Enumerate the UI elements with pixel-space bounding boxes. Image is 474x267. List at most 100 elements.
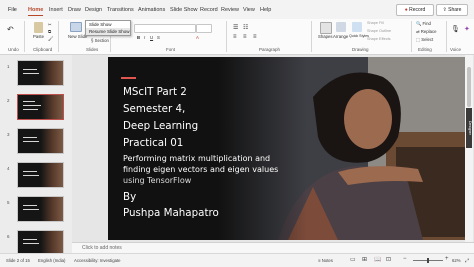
thumbnail-number: 1 bbox=[7, 64, 10, 69]
status-bar: Slide 2 of 15 English (India) Accessibil… bbox=[0, 253, 474, 267]
underline-icon[interactable]: U bbox=[150, 35, 153, 40]
thumbnail-number: 2 bbox=[7, 98, 10, 103]
slide-thumbnail-selected[interactable] bbox=[17, 94, 64, 120]
font-color-icon[interactable]: A bbox=[196, 35, 199, 40]
align-center-icon[interactable]: ≡ bbox=[243, 34, 247, 40]
designer-icon[interactable]: ✦ bbox=[464, 25, 470, 33]
tab-record[interactable]: Record bbox=[200, 7, 218, 13]
slide-line-subject[interactable]: Deep Learning bbox=[123, 120, 198, 132]
group-divider bbox=[311, 21, 312, 52]
font-name-box[interactable] bbox=[134, 24, 196, 33]
section-label: Section bbox=[94, 38, 109, 43]
normal-view-icon[interactable]: ▭ bbox=[350, 256, 356, 263]
paragraph-group-label: Paragraph bbox=[259, 47, 281, 52]
slide-sorter-icon[interactable]: ⊞ bbox=[362, 256, 367, 263]
tab-view[interactable]: View bbox=[243, 7, 255, 13]
resume-slide-show-menu-item[interactable]: Resume Slide Show bbox=[86, 28, 130, 35]
section-button[interactable]: § Section bbox=[91, 38, 109, 43]
slide-thumbnail[interactable] bbox=[17, 128, 64, 154]
tab-home[interactable]: Home bbox=[28, 7, 44, 16]
font-size-box[interactable] bbox=[196, 24, 212, 33]
zoom-in-icon[interactable]: + bbox=[445, 256, 449, 262]
tab-review[interactable]: Review bbox=[221, 7, 239, 13]
shape-fill-button[interactable]: Shape Fill bbox=[367, 21, 384, 25]
format-painter-icon[interactable]: 🖌 bbox=[48, 36, 53, 42]
shape-effects-button[interactable]: Shape Effects bbox=[367, 37, 391, 41]
find-button[interactable]: 🔍 Find bbox=[416, 21, 431, 27]
notes-placeholder[interactable]: Click to add notes bbox=[82, 245, 122, 251]
cut-icon[interactable]: ✂ bbox=[48, 22, 52, 28]
new-slide-icon[interactable] bbox=[70, 22, 82, 32]
bullets-icon[interactable]: ☰ bbox=[233, 24, 238, 31]
align-left-icon[interactable]: ≡ bbox=[233, 34, 237, 40]
strikethrough-icon[interactable]: S bbox=[157, 35, 160, 40]
shapes-button-label[interactable]: Shapes bbox=[318, 34, 333, 39]
select-button[interactable]: ⬚ Select bbox=[416, 37, 433, 43]
shapes-icon[interactable] bbox=[320, 22, 332, 34]
thumbnail-number: 3 bbox=[7, 132, 10, 137]
italic-icon[interactable]: I bbox=[144, 35, 145, 40]
slide-line-course[interactable]: MScIT Part 2 bbox=[123, 86, 187, 98]
share-button-label: Share bbox=[448, 7, 462, 13]
tab-design[interactable]: Design bbox=[85, 7, 102, 13]
record-button[interactable]: ● Record bbox=[396, 4, 434, 16]
slide-counter: Slide 2 of 15 bbox=[6, 257, 30, 263]
designer-side-tab[interactable]: Designer bbox=[466, 108, 472, 148]
align-right-icon[interactable]: ≡ bbox=[253, 34, 257, 40]
slide-line-semester[interactable]: Semester 4, bbox=[123, 103, 185, 115]
slide-line-topic-2[interactable]: finding eigen vectors and eigen values bbox=[123, 165, 278, 174]
group-divider bbox=[58, 21, 59, 52]
slide-show-view-icon[interactable]: ⊡ bbox=[386, 256, 391, 263]
quick-styles-button-label[interactable]: Quick Styles bbox=[349, 34, 369, 38]
zoom-out-icon[interactable]: − bbox=[403, 256, 407, 262]
slide-line-topic-1[interactable]: Performing matrix multiplication and bbox=[123, 154, 270, 163]
reading-view-icon[interactable]: 📖 bbox=[374, 256, 381, 263]
find-label: Find bbox=[422, 21, 431, 26]
share-button[interactable]: ⇪ Share bbox=[436, 4, 468, 16]
copy-icon[interactable]: ⧉ bbox=[48, 29, 51, 34]
slide-line-topic-3[interactable]: using TensorFlow bbox=[123, 176, 191, 185]
paste-button-label[interactable]: Paste bbox=[33, 34, 44, 39]
tab-transitions[interactable]: Transitions bbox=[107, 7, 134, 13]
bold-icon[interactable]: B bbox=[137, 35, 140, 40]
slide-line-practical[interactable]: Practical 01 bbox=[123, 137, 183, 149]
numbering-icon[interactable]: ☷ bbox=[243, 24, 248, 31]
slide-show-menu-item[interactable]: Slide Show bbox=[86, 21, 130, 28]
zoom-level[interactable]: 62% bbox=[452, 258, 461, 263]
slide-line-by[interactable]: By bbox=[123, 191, 136, 203]
shape-outline-button[interactable]: Shape Outline bbox=[367, 29, 391, 33]
slide-thumbnail-pane: 1 2 3 4 5 6 bbox=[0, 55, 72, 256]
group-divider bbox=[24, 21, 25, 52]
thumbnail-number: 5 bbox=[7, 200, 10, 205]
tab-slide-show[interactable]: Slide Show bbox=[170, 7, 198, 13]
file-tab[interactable]: File bbox=[8, 7, 17, 13]
replace-button[interactable]: ⇄ Replace bbox=[416, 29, 437, 35]
vertical-scrollbar[interactable] bbox=[465, 55, 473, 242]
thumbnail-number: 4 bbox=[7, 166, 10, 171]
accessibility-status[interactable]: Accessibility: Investigate bbox=[74, 258, 121, 263]
slide-line-author[interactable]: Pushpa Mahapatro bbox=[123, 207, 219, 219]
current-slide[interactable]: MScIT Part 2 Semester 4, Deep Learning P… bbox=[108, 57, 472, 240]
fit-to-window-icon[interactable]: ⤢ bbox=[465, 258, 469, 264]
tab-draw[interactable]: Draw bbox=[68, 7, 81, 13]
tab-help[interactable]: Help bbox=[260, 7, 271, 13]
scrollbar-thumb[interactable] bbox=[467, 67, 471, 107]
notes-toggle[interactable]: ≡ Notes bbox=[318, 258, 333, 263]
dictate-mic-icon[interactable]: 🎙 bbox=[451, 25, 460, 33]
slide-thumbnail[interactable] bbox=[17, 196, 64, 222]
undo-icon[interactable]: ↶ bbox=[7, 25, 14, 34]
title-accent-bar bbox=[121, 77, 136, 79]
arrange-button-label[interactable]: Arrange bbox=[333, 34, 348, 39]
slides-group-label: Slides bbox=[86, 47, 99, 52]
tab-animations[interactable]: Animations bbox=[138, 7, 165, 13]
arrange-icon[interactable] bbox=[336, 22, 346, 32]
language-indicator[interactable]: English (India) bbox=[38, 258, 65, 263]
paste-icon[interactable] bbox=[34, 22, 43, 33]
slide-thumbnail[interactable] bbox=[17, 162, 64, 188]
zoom-slider-handle[interactable] bbox=[427, 258, 429, 263]
drawing-group-label: Drawing bbox=[352, 47, 369, 52]
editing-group-label: Editing bbox=[418, 47, 432, 52]
slide-thumbnail[interactable] bbox=[17, 60, 64, 86]
tab-insert[interactable]: Insert bbox=[49, 7, 63, 13]
quick-styles-icon[interactable] bbox=[352, 22, 362, 32]
